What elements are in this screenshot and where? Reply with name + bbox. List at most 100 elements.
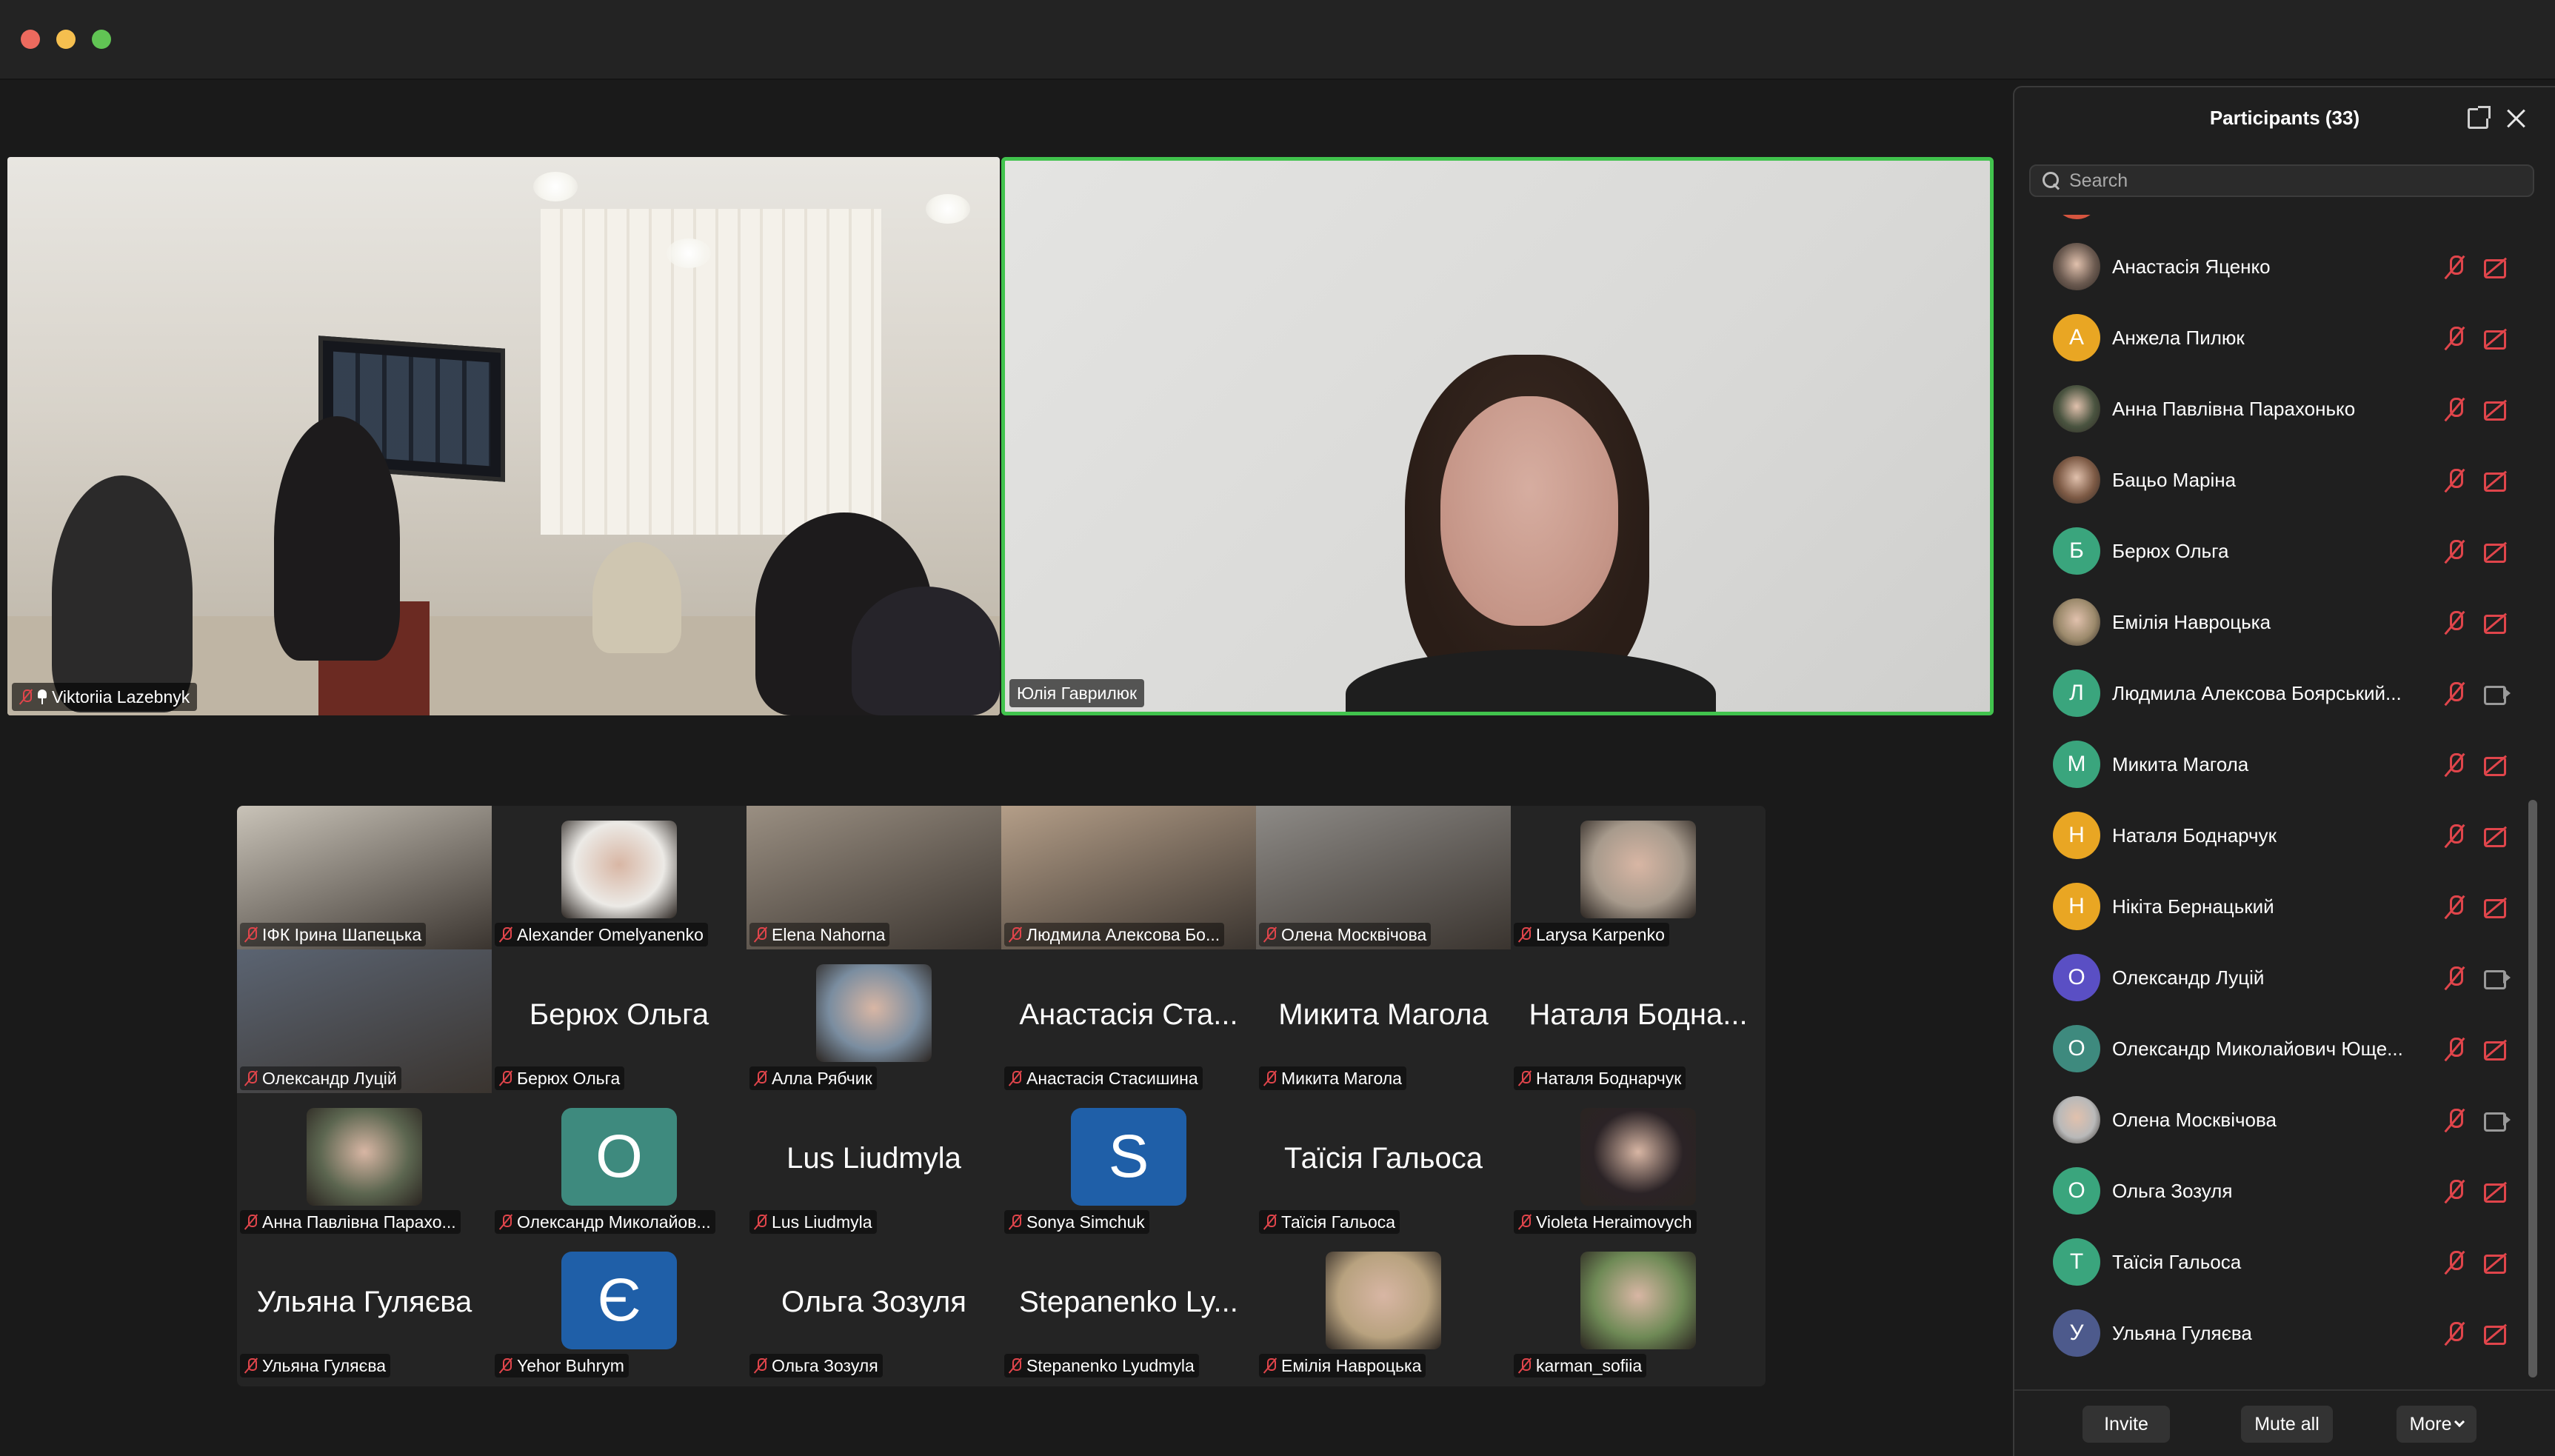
participant-row[interactable]: О Ольга Зозуля xyxy=(2014,1155,2540,1226)
camera-off-icon[interactable] xyxy=(2484,1323,2512,1345)
mute-all-button[interactable]: Mute all xyxy=(2241,1406,2333,1443)
participant-row[interactable]: Бацьо Маріна xyxy=(2014,444,2540,515)
participant-row[interactable]: ААнастасія Стасишина xyxy=(2014,215,2540,231)
camera-icon[interactable] xyxy=(2484,1109,2512,1132)
camera-off-icon[interactable] xyxy=(2484,754,2512,776)
gallery-tile[interactable]: Анна Павлівна Парахо... xyxy=(237,1093,492,1237)
camera-off-icon[interactable] xyxy=(2484,1038,2512,1061)
invite-button[interactable]: Invite xyxy=(2083,1406,2170,1443)
mic-muted-icon[interactable] xyxy=(2444,538,2465,564)
camera-off-icon[interactable] xyxy=(2484,256,2512,278)
camera-icon[interactable] xyxy=(2484,967,2512,989)
camera-off-icon[interactable] xyxy=(2484,1252,2512,1274)
speaker-video-left[interactable]: Viktoriia Lazebnyk xyxy=(7,157,1000,715)
tile-name: ІФК Ірина Шапецька xyxy=(262,924,422,944)
gallery-tile[interactable]: О Олександр Миколайов... xyxy=(492,1093,747,1237)
camera-off-icon[interactable] xyxy=(2484,1181,2512,1203)
minimize-window-button[interactable] xyxy=(56,30,76,49)
participant-row[interactable]: Б Берюх Ольга xyxy=(2014,515,2540,587)
gallery-tile[interactable]: Анастасія Ста... Анастасія Стасишина xyxy=(1001,949,1256,1093)
mic-muted-icon xyxy=(19,689,33,705)
gallery-tile[interactable]: Ульяна Гуляєва Ульяна Гуляєва xyxy=(237,1237,492,1380)
camera-off-icon[interactable] xyxy=(2484,612,2512,634)
close-window-button[interactable] xyxy=(21,30,40,49)
tile-name-tag: Людмила Алексова Бо... xyxy=(1004,923,1225,946)
participant-row[interactable]: М Микита Магола xyxy=(2014,729,2540,800)
mic-muted-icon[interactable] xyxy=(2444,467,2465,492)
tile-name-tag: Берюх Ольга xyxy=(495,1066,625,1090)
gallery-tile[interactable]: Таїсія Гальоса Таїсія Гальоса xyxy=(1256,1093,1511,1237)
gallery-tile[interactable]: S Sonya Simchuk xyxy=(1001,1093,1256,1237)
camera-off-icon[interactable] xyxy=(2484,398,2512,421)
gallery-tile[interactable]: Емілія Навроцька xyxy=(1256,1237,1511,1380)
participants-panel: Participants (33) Search ААнастасія Стас… xyxy=(2013,86,2555,1456)
participant-row[interactable]: О Олександр Луцій xyxy=(2014,942,2540,1013)
close-panel-icon[interactable] xyxy=(2505,107,2528,130)
mic-muted-icon[interactable] xyxy=(2444,610,2465,635)
gallery-tile[interactable]: Elena Nahorna xyxy=(747,806,1001,949)
avatar xyxy=(2053,598,2100,646)
gallery-tile[interactable]: Stepanenko Ly... Stepanenko Lyudmyla xyxy=(1001,1237,1256,1380)
participant-row[interactable]: Н Нікіта Бернацький xyxy=(2014,871,2540,942)
tile-display-name: Ольга Зозуля xyxy=(781,1286,966,1318)
popout-icon[interactable] xyxy=(2468,106,2491,129)
mic-muted-icon[interactable] xyxy=(2444,1178,2465,1203)
gallery-tile[interactable]: Є Yehor Buhrym xyxy=(492,1237,747,1380)
mic-muted-icon xyxy=(1263,926,1277,943)
mic-muted-icon[interactable] xyxy=(2444,1107,2465,1132)
mic-muted-icon[interactable] xyxy=(2444,1320,2465,1346)
gallery-tile[interactable]: Larysa Karpenko xyxy=(1511,806,1766,949)
speaker-video-right[interactable]: Юлія Гаврилюк xyxy=(1001,157,1994,715)
classroom-video xyxy=(7,157,1000,715)
participant-row[interactable]: Олена Москвічова xyxy=(2014,1084,2540,1155)
participant-row[interactable]: Анна Павлівна Парахонько xyxy=(2014,373,2540,444)
gallery-tile[interactable]: Микита Магола Микита Магола xyxy=(1256,949,1511,1093)
zoom-window-button[interactable] xyxy=(92,30,111,49)
gallery-tile[interactable]: Олександр Луцій xyxy=(237,949,492,1093)
gallery-tile[interactable]: Ольга Зозуля Ольга Зозуля xyxy=(747,1237,1001,1380)
participant-row[interactable]: Емілія Навроцька xyxy=(2014,587,2540,658)
camera-icon[interactable] xyxy=(2484,683,2512,705)
mic-muted-icon[interactable] xyxy=(2444,681,2465,706)
mic-muted-icon[interactable] xyxy=(2444,965,2465,990)
gallery-tile[interactable]: Lus Liudmyla Lus Liudmyla xyxy=(747,1093,1001,1237)
tile-name: Олександр Луцій xyxy=(262,1068,397,1088)
camera-off-icon[interactable] xyxy=(2484,470,2512,492)
mic-muted-icon[interactable] xyxy=(2444,894,2465,919)
gallery-tile[interactable]: Alexander Omelyanenko xyxy=(492,806,747,949)
mic-muted-icon[interactable] xyxy=(2444,1249,2465,1275)
participant-row[interactable]: А Анжела Пилюк xyxy=(2014,302,2540,373)
participant-row[interactable]: У Ульяна Гуляєва xyxy=(2014,1298,2540,1369)
gallery-tile[interactable]: Алла Рябчик xyxy=(747,949,1001,1093)
scrollbar-thumb[interactable] xyxy=(2528,800,2537,1377)
gallery-tile[interactable]: Людмила Алексова Бо... xyxy=(1001,806,1256,949)
camera-off-icon[interactable] xyxy=(2484,825,2512,847)
mic-muted-icon[interactable] xyxy=(2444,823,2465,848)
mic-muted-icon[interactable] xyxy=(2444,396,2465,421)
participant-row[interactable]: Л Людмила Алексова Боярський... xyxy=(2014,658,2540,729)
gallery-tile[interactable]: Берюх Ольга Берюх Ольга xyxy=(492,949,747,1093)
participants-list[interactable]: ААнастасія Стасишина Анастасія Яценко А Анж… xyxy=(2014,215,2540,1380)
participant-name: Бацьо Маріна xyxy=(2112,468,2237,491)
mic-muted-icon[interactable] xyxy=(2444,1036,2465,1061)
more-button[interactable]: More xyxy=(2397,1406,2476,1443)
participant-row[interactable]: Т Таїсія Гальоса xyxy=(2014,1226,2540,1298)
camera-off-icon[interactable] xyxy=(2484,541,2512,563)
gallery-tile[interactable]: karman_sofiia xyxy=(1511,1237,1766,1380)
participant-row[interactable]: О Олександр Миколайович Юще... xyxy=(2014,1013,2540,1084)
search-input[interactable]: Search xyxy=(2029,164,2534,197)
gallery-tile[interactable]: Наталя Бодна... Наталя Боднарчук xyxy=(1511,949,1766,1093)
gallery-tile[interactable]: Олена Москвічова xyxy=(1256,806,1511,949)
mic-muted-icon[interactable] xyxy=(2444,752,2465,777)
mic-muted-icon[interactable] xyxy=(2444,325,2465,350)
participant-row[interactable]: Анастасія Яценко xyxy=(2014,231,2540,302)
participant-name: Олександр Луцій xyxy=(2112,966,2265,989)
mic-muted-icon[interactable] xyxy=(2444,254,2465,279)
avatar: М xyxy=(2053,741,2100,788)
gallery-tile[interactable]: Violeta Heraimovych xyxy=(1511,1093,1766,1237)
tile-name-tag: Анастасія Стасишина xyxy=(1004,1066,1203,1090)
participant-row[interactable]: Н Наталя Боднарчук xyxy=(2014,800,2540,871)
camera-off-icon[interactable] xyxy=(2484,327,2512,350)
gallery-tile[interactable]: ІФК Ірина Шапецька xyxy=(237,806,492,949)
camera-off-icon[interactable] xyxy=(2484,896,2512,918)
